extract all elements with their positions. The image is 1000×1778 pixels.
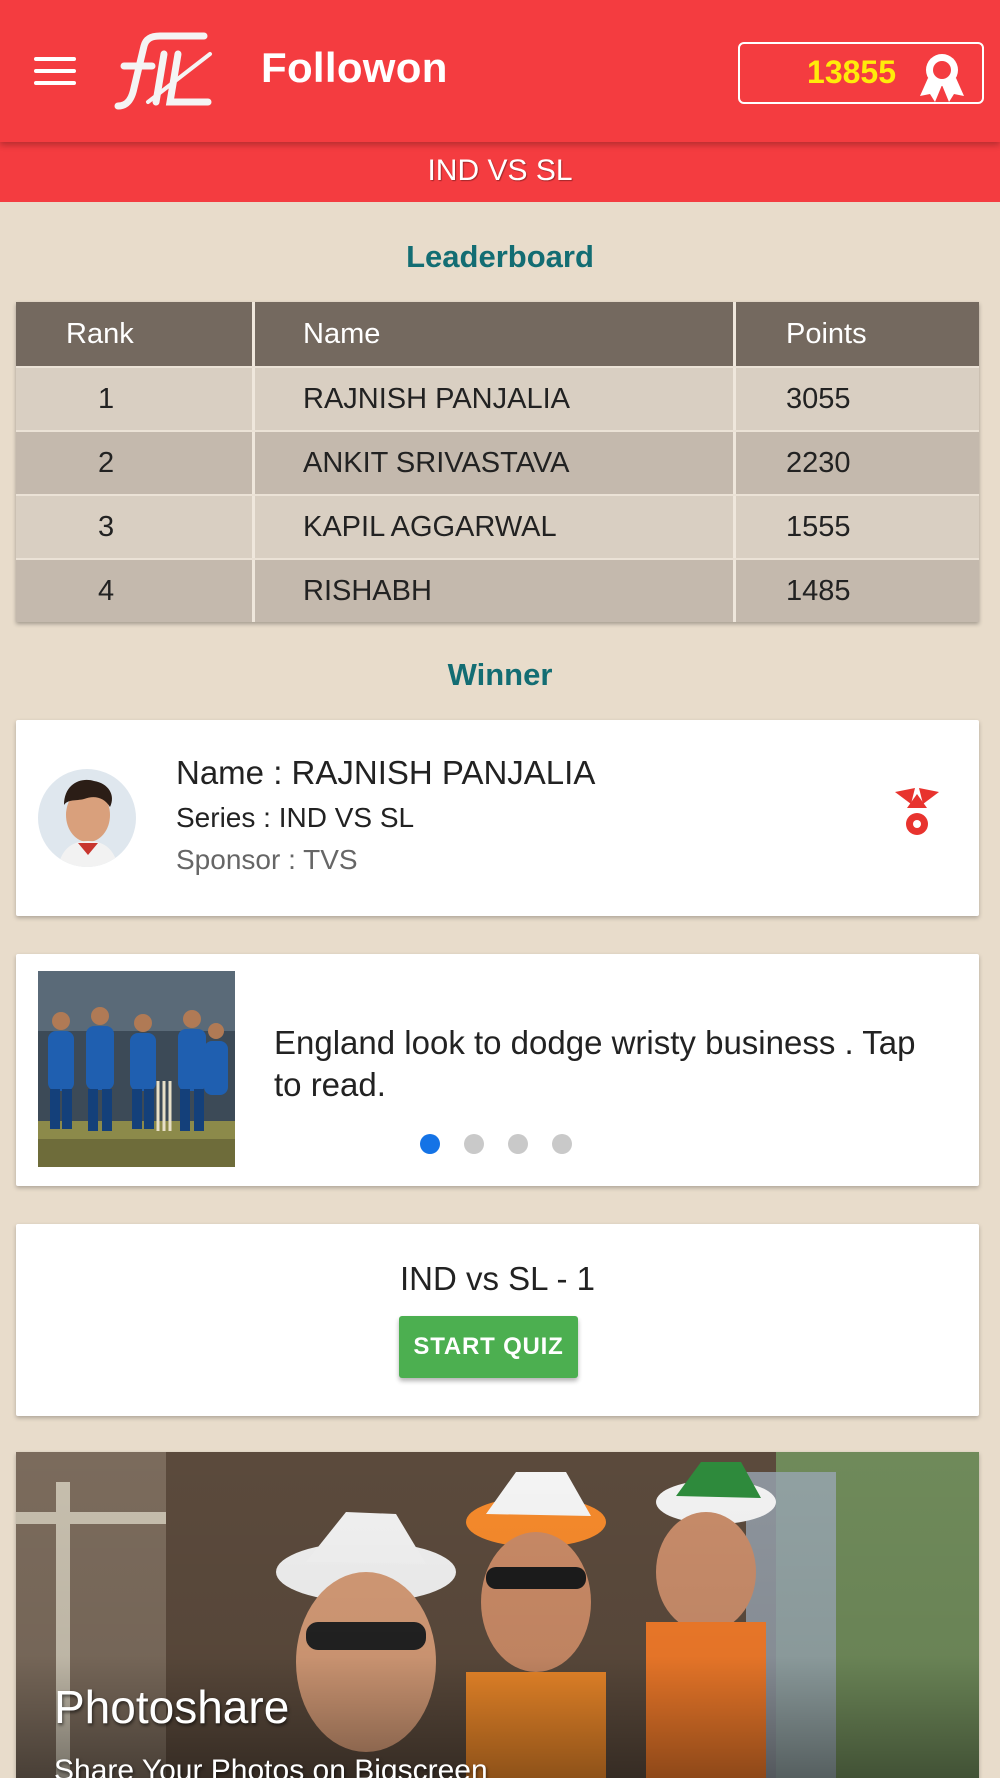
quiz-card: IND vs SL - 1 START QUIZ bbox=[16, 1224, 979, 1416]
points-cell: 3055 bbox=[786, 382, 851, 415]
carousel-dot-3[interactable] bbox=[508, 1134, 528, 1154]
points-balance-button[interactable]: 13855 bbox=[738, 42, 984, 104]
table-row: 2 ANKIT SRIVASTAVA 2230 bbox=[16, 430, 979, 494]
carousel-dot-2[interactable] bbox=[464, 1134, 484, 1154]
table-row: 1 RAJNISH PANJALIA 3055 bbox=[16, 366, 979, 430]
app-title: Followon bbox=[261, 44, 448, 91]
start-quiz-button[interactable]: START QUIZ bbox=[399, 1316, 578, 1378]
rank-cell: 3 bbox=[16, 496, 255, 558]
name-cell: KAPIL AGGARWAL bbox=[255, 496, 736, 558]
table-header-row: Rank Name Points bbox=[16, 302, 979, 366]
app-bar: Followon 13855 bbox=[0, 0, 1000, 142]
photoshare-subtitle: Share Your Photos on Bigscreen bbox=[54, 1754, 488, 1778]
column-header-name: Name bbox=[255, 302, 736, 366]
column-header-points: Points bbox=[786, 317, 867, 350]
name-cell: RAJNISH PANJALIA bbox=[255, 368, 736, 430]
leaderboard-table: Rank Name Points 1 RAJNISH PANJALIA 3055… bbox=[16, 302, 979, 622]
match-title: IND VS SL bbox=[427, 154, 573, 187]
points-cell: 2230 bbox=[786, 446, 851, 479]
name-cell: ANKIT SRIVASTAVA bbox=[255, 432, 736, 494]
points-cell: 1485 bbox=[786, 574, 851, 607]
quiz-title: IND vs SL - 1 bbox=[400, 1260, 595, 1297]
hamburger-menu-icon[interactable] bbox=[34, 55, 76, 87]
table-row: 4 RISHABH 1485 bbox=[16, 558, 979, 622]
winner-name: Name : RAJNISH PANJALIA bbox=[176, 754, 596, 791]
winner-series: Series : IND VS SL bbox=[176, 802, 415, 833]
column-header-rank: Rank bbox=[16, 302, 255, 366]
award-ribbon-icon bbox=[920, 54, 964, 102]
news-headline[interactable]: England look to dodge wristy business . … bbox=[274, 1022, 944, 1106]
rank-cell: 1 bbox=[16, 368, 255, 430]
name-cell: RISHABH bbox=[255, 560, 736, 622]
winner-heading: Winner bbox=[447, 657, 553, 692]
news-thumbnail-image bbox=[38, 971, 235, 1167]
rank-cell: 4 bbox=[16, 560, 255, 622]
leaderboard-heading: Leaderboard bbox=[406, 239, 594, 274]
carousel-dot-4[interactable] bbox=[552, 1134, 572, 1154]
rank-cell: 2 bbox=[16, 432, 255, 494]
followon-logo bbox=[114, 32, 212, 110]
table-row: 3 KAPIL AGGARWAL 1555 bbox=[16, 494, 979, 558]
carousel-pagination bbox=[420, 1134, 572, 1154]
winner-sponsor: Sponsor : TVS bbox=[176, 844, 358, 875]
photoshare-title: Photoshare bbox=[54, 1681, 290, 1733]
photoshare-banner[interactable]: Photoshare Share Your Photos on Bigscree… bbox=[16, 1452, 979, 1778]
points-cell: 1555 bbox=[786, 510, 851, 543]
carousel-dot-1[interactable] bbox=[420, 1134, 440, 1154]
match-title-bar: IND VS SL bbox=[0, 142, 1000, 202]
winner-card: Name : RAJNISH PANJALIA Series : IND VS … bbox=[16, 720, 979, 916]
points-value: 13855 bbox=[807, 54, 896, 90]
avatar bbox=[38, 769, 136, 867]
news-carousel-card[interactable]: England look to dodge wristy business . … bbox=[16, 954, 979, 1186]
tvs-logo-icon bbox=[895, 788, 939, 835]
